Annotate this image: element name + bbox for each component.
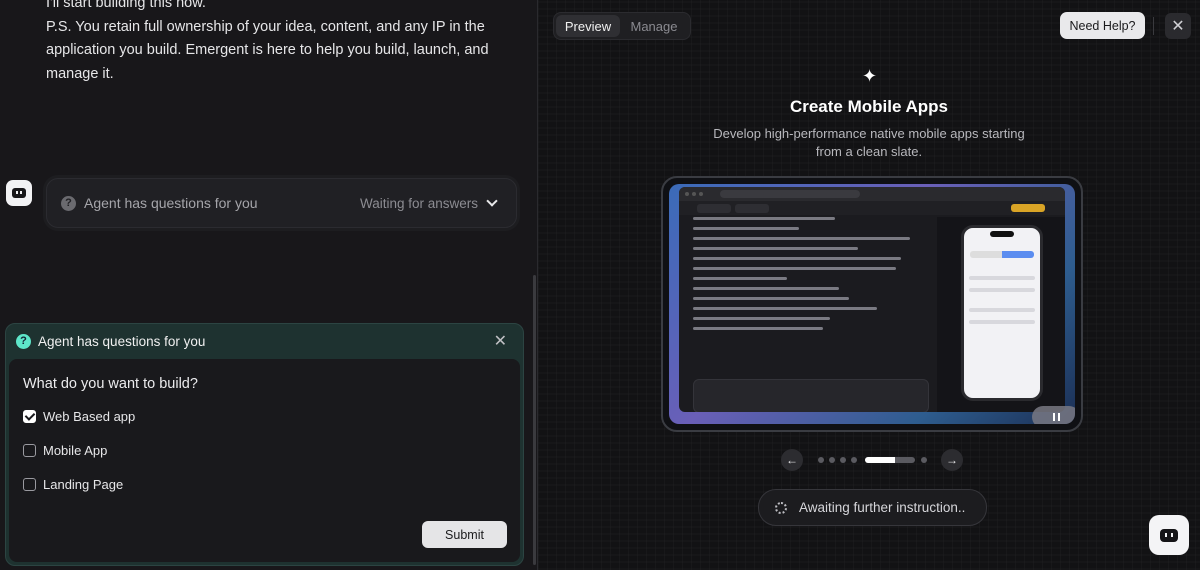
carousel-dot[interactable]	[921, 457, 927, 463]
chat-pane: I'll start building this now. P.S. You r…	[0, 0, 537, 570]
chat-scrollbar[interactable]	[533, 275, 536, 565]
questions-card-title: Agent has questions for you	[84, 195, 258, 211]
message-line: P.S. You retain full ownership of your i…	[46, 18, 489, 82]
phone-mockup	[961, 225, 1043, 401]
mockup-composer	[693, 379, 929, 412]
feature-subtitle: Develop high-performance native mobile a…	[713, 126, 1025, 159]
loading-spinner-icon	[775, 501, 787, 514]
close-icon[interactable]: ✕	[494, 331, 507, 351]
agent-message: I'll start building this now. P.S. You r…	[46, 0, 506, 86]
question-text: What do you want to build?	[23, 376, 198, 392]
url-bar	[720, 190, 860, 198]
question-icon: ?	[16, 333, 31, 349]
option-web-based-app[interactable]: Web Based app	[23, 409, 135, 424]
arrow-left-icon[interactable]: ←	[781, 449, 803, 471]
checkbox[interactable]	[23, 478, 36, 491]
checkbox[interactable]	[23, 444, 36, 457]
carousel-dot[interactable]	[840, 457, 846, 463]
robot-icon	[1160, 528, 1178, 542]
credits-badge	[1011, 204, 1045, 212]
option-mobile-app[interactable]: Mobile App	[23, 443, 107, 458]
chevron-down-icon[interactable]	[486, 195, 498, 207]
option-label: Landing Page	[43, 477, 124, 492]
carousel-dot[interactable]	[851, 457, 857, 463]
arrow-right-icon[interactable]: →	[941, 449, 963, 471]
message-line: I'll start building this now.	[46, 0, 206, 11]
browser-tabs	[679, 201, 1065, 215]
questions-panel-body: What do you want to build? Web Based app…	[9, 359, 520, 562]
mockup-chat-log	[693, 217, 929, 387]
feature-showcase-image	[661, 176, 1083, 432]
header-divider	[1153, 17, 1154, 35]
question-icon: ?	[61, 195, 76, 211]
sparkle-icon: ✦	[862, 66, 878, 86]
carousel-nav: ← →	[781, 449, 963, 471]
questions-card-status: Waiting for answers	[359, 195, 478, 211]
close-icon[interactable]: ✕	[1165, 13, 1191, 39]
option-label: Web Based app	[43, 409, 136, 424]
checkbox-checked[interactable]	[23, 410, 36, 423]
pause-icon[interactable]	[1032, 406, 1075, 424]
feature-title: Create Mobile Apps	[789, 97, 949, 116]
preview-pane: Preview Manage Need Help? ✕ ✦ Create Mob…	[538, 0, 1200, 570]
submit-button[interactable]: Submit	[422, 521, 507, 548]
agent-avatar-icon	[6, 180, 32, 206]
preview-tabs: Preview Manage	[553, 12, 691, 40]
tab-preview[interactable]: Preview	[556, 15, 620, 37]
agent-questions-card[interactable]: ? Agent has questions for you Waiting fo…	[46, 178, 517, 228]
agent-status-pill: Awaiting further instruction..	[758, 489, 987, 526]
questions-panel-header: ? Agent has questions for you ✕	[6, 324, 523, 358]
app-preview-column	[937, 217, 1065, 412]
need-help-button[interactable]: Need Help?	[1060, 12, 1145, 39]
questions-panel-title: Agent has questions for you	[38, 333, 206, 349]
option-landing-page[interactable]: Landing Page	[23, 477, 123, 492]
showcase-background	[669, 184, 1075, 424]
option-label: Mobile App	[43, 443, 108, 458]
chat-assistant-button[interactable]	[1149, 515, 1189, 555]
tab-manage[interactable]: Manage	[620, 15, 688, 37]
agent-status-text: Awaiting further instruction..	[799, 500, 966, 515]
carousel-dot[interactable]	[829, 457, 835, 463]
questions-panel: ? Agent has questions for you ✕ What do …	[5, 323, 524, 566]
carousel-dot[interactable]	[818, 457, 824, 463]
browser-toolbar	[679, 187, 1065, 201]
browser-mockup	[679, 187, 1065, 412]
carousel-active-indicator[interactable]	[865, 457, 915, 463]
